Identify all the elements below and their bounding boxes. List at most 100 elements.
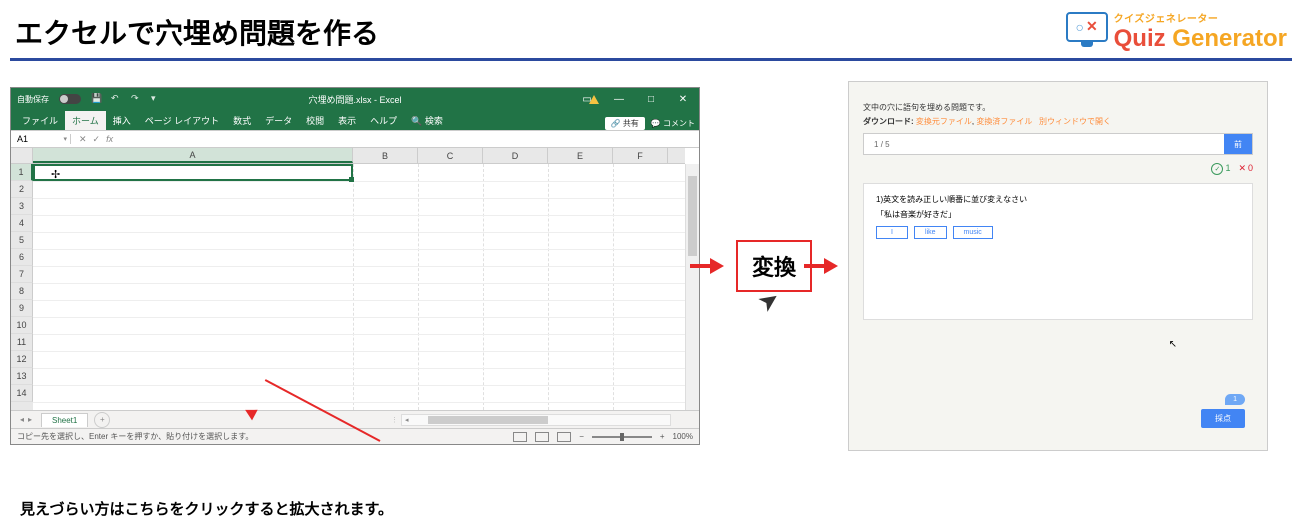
select-all-corner[interactable] xyxy=(11,148,33,163)
row-header[interactable]: 12 xyxy=(11,351,33,368)
autosave-toggle[interactable] xyxy=(59,94,81,104)
ribbon-options-icon[interactable]: ▭ xyxy=(571,88,603,110)
tab-review[interactable]: 校閲 xyxy=(299,111,331,130)
excel-window[interactable]: 自動保存 💾 ↶ ↷ ▾ 穴埋め問題.xlsx - Excel ▭ — □ ✕ … xyxy=(10,87,700,445)
score-wrong: 0 xyxy=(1238,163,1253,175)
pagebreak-view-icon[interactable] xyxy=(557,432,571,442)
tab-data[interactable]: データ xyxy=(258,111,299,130)
minimize-icon[interactable]: — xyxy=(603,88,635,110)
fx-icon[interactable]: fx xyxy=(106,134,113,144)
selected-cell[interactable] xyxy=(33,164,353,181)
tab-insert[interactable]: 挿入 xyxy=(106,111,138,130)
row-header[interactable]: 11 xyxy=(11,334,33,351)
row-header[interactable]: 9 xyxy=(11,300,33,317)
row-header[interactable]: 4 xyxy=(11,215,33,232)
undo-icon[interactable]: ↶ xyxy=(111,93,125,105)
redo-icon[interactable]: ↷ xyxy=(131,93,145,105)
answer-token[interactable]: music xyxy=(953,226,993,239)
status-text: コピー先を選択し、Enter キーを押すか、貼り付けを選択します。 xyxy=(17,431,253,442)
tab-view[interactable]: 表示 xyxy=(331,111,363,130)
autosave-label: 自動保存 xyxy=(17,94,49,105)
maximize-icon[interactable]: □ xyxy=(635,88,667,110)
progress-button[interactable]: 前 xyxy=(1224,134,1252,154)
question-sentence: 「私は音楽が好きだ」 xyxy=(876,209,1240,220)
arrow-right-icon xyxy=(824,258,838,274)
row-header[interactable]: 7 xyxy=(11,266,33,283)
col-header-e[interactable]: E xyxy=(548,148,613,163)
zoom-out-icon[interactable]: − xyxy=(579,432,584,441)
row-header[interactable]: 8 xyxy=(11,283,33,300)
excel-filename: 穴埋め問題.xlsx - Excel xyxy=(308,93,401,106)
tab-home[interactable]: ホーム xyxy=(65,111,106,130)
row-header[interactable]: 3 xyxy=(11,198,33,215)
formula-bar: A1▾ ✕ ✓ fx xyxy=(11,130,699,148)
sheet-area[interactable]: A B C D E F 1 2 3 4 5 6 7 8 9 10 11 12 1… xyxy=(11,148,699,410)
close-icon[interactable]: ✕ xyxy=(667,88,699,110)
qat-dropdown-icon[interactable]: ▾ xyxy=(151,93,165,105)
zoom-level[interactable]: 100% xyxy=(673,432,693,441)
name-box[interactable]: A1▾ xyxy=(11,134,71,144)
sheet-nav-prev-icon[interactable]: ◂ xyxy=(20,415,24,424)
transform-label: 変換 ➤ xyxy=(736,240,812,292)
quiz-preview[interactable]: 文中の穴に語句を埋める問題です。 ダウンロード: 変換元ファイル, 変換済ファイ… xyxy=(848,81,1268,451)
arrow-right-icon xyxy=(710,258,724,274)
sheet-footer: ◂ ▸ Sheet1 + ⋮ ◂ xyxy=(11,410,699,428)
row-header[interactable]: 14 xyxy=(11,385,33,402)
col-header-a[interactable]: A xyxy=(33,148,353,163)
download-converted-link[interactable]: 変換済ファイル xyxy=(976,117,1032,126)
open-window-link[interactable]: 別ウィンドウで開く xyxy=(1039,117,1111,126)
tab-pagelayout[interactable]: ページ レイアウト xyxy=(138,111,226,130)
tab-formulas[interactable]: 数式 xyxy=(226,111,258,130)
row-header[interactable]: 5 xyxy=(11,232,33,249)
row-header[interactable]: 2 xyxy=(11,181,33,198)
vertical-scrollbar[interactable] xyxy=(685,164,699,410)
normal-view-icon[interactable] xyxy=(513,432,527,442)
quiz-progress-bar: 1 / 5 前 xyxy=(863,133,1253,155)
logo: ○✕ クイズジェネレーター Quiz Generator xyxy=(1066,10,1287,53)
save-icon[interactable]: 💾 xyxy=(91,93,105,105)
cursor-pointer-icon: ➤ xyxy=(754,285,784,317)
row-header[interactable]: 1 xyxy=(11,164,33,181)
comments-button[interactable]: 💬 コメント xyxy=(651,118,695,129)
col-header-c[interactable]: C xyxy=(418,148,483,163)
fill-handle[interactable] xyxy=(349,177,354,182)
score-line: 1 0 xyxy=(863,163,1253,175)
answer-token[interactable]: like xyxy=(914,226,947,239)
cells-grid[interactable]: ✢ xyxy=(33,164,685,410)
question-body: 1)英文を読み正しい順番に並び変えなさい 「私は音楽が好きだ」 I like m… xyxy=(863,183,1253,320)
pagelayout-view-icon[interactable] xyxy=(535,432,549,442)
search-hint[interactable]: 🔍 検索 xyxy=(404,111,450,130)
logo-jp: クイズジェネレーター xyxy=(1114,10,1219,25)
mouse-cursor-icon: ↖ xyxy=(1169,339,1177,350)
annotation-arrow-icon xyxy=(250,440,380,442)
col-header-b[interactable]: B xyxy=(353,148,418,163)
row-header[interactable]: 10 xyxy=(11,317,33,334)
cell-cursor-icon: ✢ xyxy=(51,168,60,181)
answer-token[interactable]: I xyxy=(876,226,908,239)
excel-titlebar: 自動保存 💾 ↶ ↷ ▾ 穴埋め問題.xlsx - Excel ▭ — □ ✕ xyxy=(11,88,699,110)
download-source-link[interactable]: 変換元ファイル xyxy=(916,117,972,126)
sheet-nav-next-icon[interactable]: ▸ xyxy=(28,415,32,424)
tab-split-handle[interactable]: ⋮ xyxy=(391,413,397,427)
hint-bubble: 1 xyxy=(1225,394,1245,405)
quiz-download-line: ダウンロード: 変換元ファイル, 変換済ファイル 別ウィンドウで開く xyxy=(863,116,1253,127)
zoom-in-icon[interactable]: + xyxy=(660,432,665,441)
zoom-slider[interactable] xyxy=(592,436,652,438)
row-header[interactable]: 13 xyxy=(11,368,33,385)
row-headers: 1 2 3 4 5 6 7 8 9 10 11 12 13 14 xyxy=(11,164,33,410)
enter-fx-icon[interactable]: ✓ xyxy=(93,134,101,145)
cancel-fx-icon[interactable]: ✕ xyxy=(79,134,87,145)
page-title: エクセルで穴埋め問題を作る xyxy=(15,12,379,52)
header-divider xyxy=(10,58,1292,61)
tab-file[interactable]: ファイル xyxy=(15,111,65,130)
sheet-tab[interactable]: Sheet1 xyxy=(41,413,88,427)
new-sheet-button[interactable]: + xyxy=(94,412,110,428)
share-button[interactable]: 🔗 共有 xyxy=(605,117,645,130)
submit-button[interactable]: 採点 xyxy=(1201,409,1245,428)
col-header-d[interactable]: D xyxy=(483,148,548,163)
logo-en: Quiz Generator xyxy=(1114,25,1287,53)
row-header[interactable]: 6 xyxy=(11,249,33,266)
horizontal-scrollbar[interactable]: ◂ xyxy=(401,414,671,426)
tab-help[interactable]: ヘルプ xyxy=(363,111,404,130)
col-header-f[interactable]: F xyxy=(613,148,668,163)
